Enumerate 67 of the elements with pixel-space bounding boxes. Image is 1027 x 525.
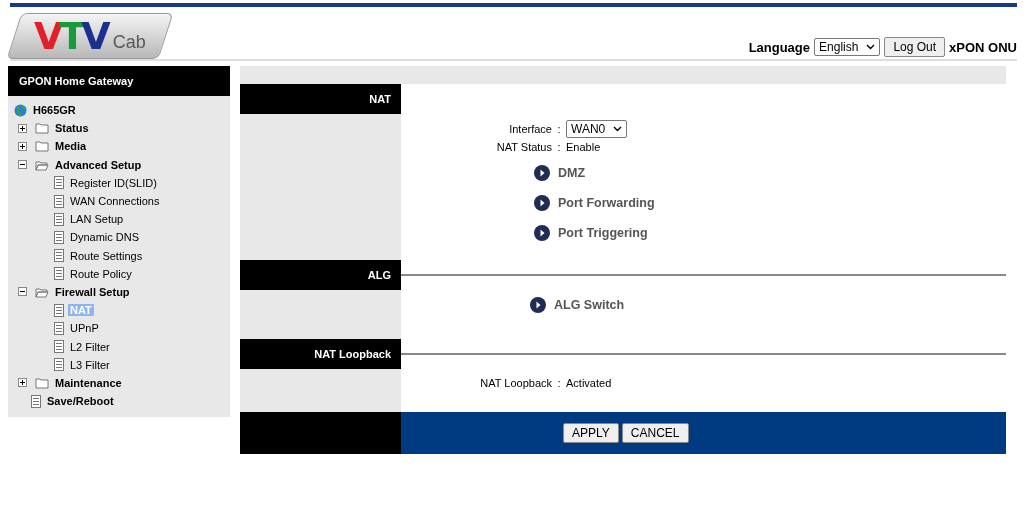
section-link[interactable]: DMZ	[558, 165, 586, 180]
separator: :	[556, 122, 562, 135]
tree-item[interactable]: Dynamic DNS	[68, 231, 142, 244]
arrow-circle-icon	[530, 296, 546, 313]
section-header: NAT	[240, 83, 401, 114]
folder-icon	[35, 122, 49, 135]
arrow-circle-icon	[534, 164, 550, 181]
field-value: Enable	[566, 140, 602, 153]
expand-icon[interactable]	[18, 141, 27, 151]
section-link[interactable]: Port Triggering	[558, 225, 648, 240]
page-icon	[54, 249, 64, 263]
page-icon	[54, 321, 64, 335]
section-link[interactable]: Port Forwarding	[558, 195, 655, 210]
arrow-circle-icon	[534, 224, 550, 241]
field-value: Activated	[566, 376, 613, 389]
globe-icon	[14, 103, 27, 117]
section-link[interactable]: ALG Switch	[554, 297, 625, 312]
tree-item[interactable]: WAN Connections	[68, 195, 162, 208]
tree-item[interactable]: L2 Filter	[68, 340, 112, 353]
language-label: Language	[748, 39, 811, 55]
action-button[interactable]: APPLY	[563, 422, 619, 443]
tree-item[interactable]: Route Policy	[68, 267, 134, 280]
page-icon	[54, 267, 64, 281]
page-icon	[54, 212, 64, 226]
separator: :	[556, 376, 562, 389]
tree-root[interactable]: H665GR	[31, 104, 78, 117]
field-label: NAT Loopback	[479, 376, 552, 389]
interface-select[interactable]: WAN0	[566, 119, 628, 138]
logout-button[interactable]: Log Out	[884, 37, 946, 57]
chevron-down-icon	[613, 125, 623, 132]
tree-item[interactable]: UPnP	[68, 322, 101, 335]
tree-item[interactable]: Firewall Setup	[53, 285, 132, 298]
tree-item[interactable]: L3 Filter	[68, 358, 112, 371]
tree-item[interactable]: Route Settings	[68, 249, 145, 262]
tree-item[interactable]: Media	[53, 140, 89, 153]
chevron-down-icon	[866, 44, 876, 50]
field-label: Interface	[508, 122, 552, 135]
page-icon	[54, 303, 64, 317]
tree-item[interactable]: LAN Setup	[68, 213, 126, 226]
tree-item[interactable]: Save/Reboot	[45, 395, 116, 408]
page-icon	[54, 340, 64, 354]
page-icon	[31, 394, 41, 408]
tree-item[interactable]: Maintenance	[53, 376, 124, 389]
section-header: ALG	[240, 259, 401, 290]
expand-icon[interactable]	[18, 378, 27, 388]
page-icon	[54, 358, 64, 372]
section-header: NAT Loopback	[240, 338, 401, 369]
product-name: xPON ONU	[949, 39, 1017, 55]
folder-icon	[35, 285, 49, 298]
page-icon	[54, 230, 64, 244]
page-icon	[54, 176, 64, 190]
field-label: NAT Status	[495, 140, 552, 153]
folder-icon	[35, 158, 49, 171]
language-select[interactable]: English	[814, 38, 881, 56]
collapse-icon[interactable]	[18, 160, 27, 170]
tree-item[interactable]: Status	[53, 122, 91, 135]
folder-icon	[35, 140, 49, 153]
page-icon	[54, 194, 64, 208]
separator: :	[556, 140, 562, 153]
sidebar-title: GPON Home Gateway	[8, 66, 230, 96]
expand-icon[interactable]	[18, 123, 27, 133]
tree-item[interactable]: Advanced Setup	[53, 158, 144, 171]
arrow-circle-icon	[534, 194, 550, 211]
folder-icon	[35, 376, 49, 389]
tree-item[interactable]: Register ID(SLID)	[68, 176, 159, 189]
action-button[interactable]: CANCEL	[621, 422, 689, 443]
collapse-icon[interactable]	[18, 287, 27, 297]
